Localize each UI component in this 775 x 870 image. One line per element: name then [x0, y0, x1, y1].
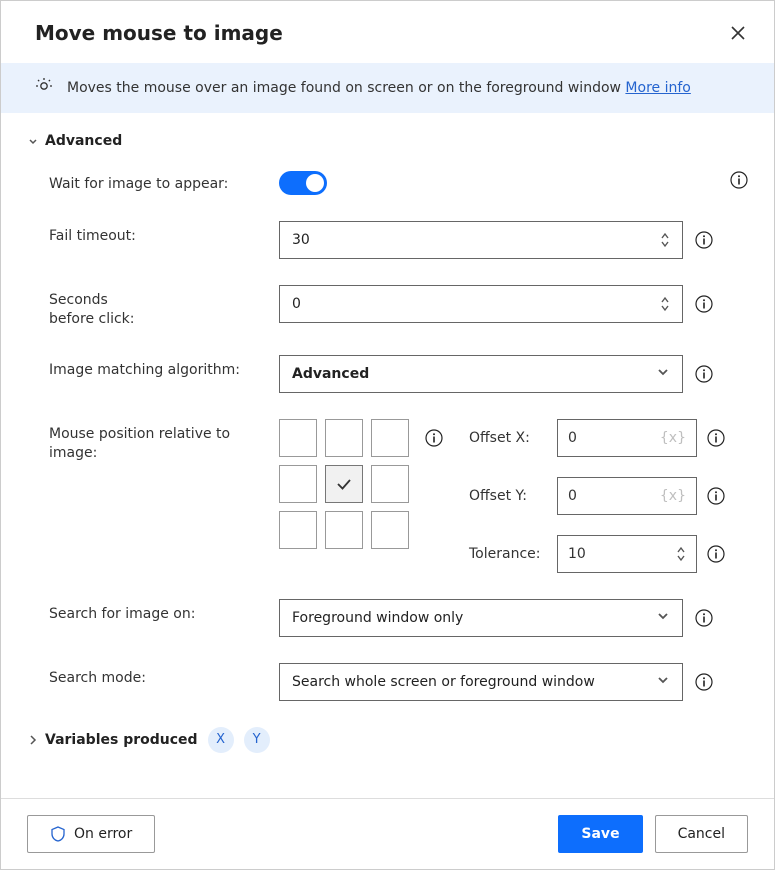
save-label: Save: [581, 826, 619, 842]
pos-middle-left[interactable]: [279, 465, 317, 503]
variable-chip-y[interactable]: Y: [244, 727, 270, 753]
pos-middle-center[interactable]: [325, 465, 363, 503]
variables-label: Variables produced: [45, 732, 198, 748]
algorithm-value: Advanced: [292, 366, 369, 382]
tolerance-input[interactable]: 10: [557, 535, 697, 573]
search-on-select[interactable]: Foreground window only: [279, 599, 683, 637]
check-icon: [334, 474, 354, 494]
pos-bottom-right[interactable]: [371, 511, 409, 549]
cancel-button[interactable]: Cancel: [655, 815, 748, 853]
variable-placeholder-icon: {x}: [660, 488, 686, 504]
chevron-down-icon: [656, 609, 670, 627]
chevron-down-icon: [656, 365, 670, 383]
spinner-buttons[interactable]: [676, 546, 686, 562]
search-mode-value: Search whole screen or foreground window: [292, 674, 595, 690]
pos-middle-right[interactable]: [371, 465, 409, 503]
info-icon-position[interactable]: [425, 429, 443, 447]
row-fail-timeout: Fail timeout: 30: [27, 221, 748, 259]
row-tolerance: Tolerance: 10: [469, 535, 725, 573]
pos-top-left[interactable]: [279, 419, 317, 457]
row-search-mode: Search mode: Search whole screen or fore…: [27, 663, 748, 701]
info-icon-search-on[interactable]: [695, 609, 713, 627]
info-icon-tolerance[interactable]: [707, 545, 725, 563]
info-icon-offset-x[interactable]: [707, 429, 725, 447]
position-grid: [279, 419, 409, 549]
row-offset-x: Offset X: 0 {x}: [469, 419, 725, 457]
row-offset-y: Offset Y: 0 {x}: [469, 477, 725, 515]
search-mode-select[interactable]: Search whole screen or foreground window: [279, 663, 683, 701]
dialog-move-mouse-to-image: Move mouse to image Moves the mouse over…: [0, 0, 775, 870]
pos-bottom-left[interactable]: [279, 511, 317, 549]
info-icon-offset-y[interactable]: [707, 487, 725, 505]
cancel-label: Cancel: [678, 826, 725, 842]
on-error-label: On error: [74, 826, 132, 842]
save-button[interactable]: Save: [558, 815, 642, 853]
fail-timeout-label: Fail timeout:: [27, 221, 279, 246]
advanced-section-toggle[interactable]: Advanced: [27, 133, 748, 149]
chevron-down-icon: [656, 673, 670, 691]
info-banner: Moves the mouse over an image found on s…: [1, 63, 774, 113]
algorithm-select[interactable]: Advanced: [279, 355, 683, 393]
search-on-label: Search for image on:: [27, 599, 279, 624]
tolerance-label: Tolerance:: [469, 546, 547, 562]
shield-icon: [50, 826, 66, 842]
spinner-buttons[interactable]: [660, 296, 670, 312]
row-wait-for-image: Wait for image to appear:: [27, 169, 748, 195]
row-search-on: Search for image on: Foreground window o…: [27, 599, 748, 637]
offset-y-input[interactable]: 0 {x}: [557, 477, 697, 515]
row-mouse-position: Mouse position relative to image:: [27, 419, 748, 573]
dialog-header: Move mouse to image: [1, 1, 774, 63]
offset-x-value: 0: [568, 430, 577, 446]
seconds-before-value: 0: [292, 296, 301, 312]
dialog-title: Move mouse to image: [35, 21, 283, 45]
toggle-knob: [306, 174, 324, 192]
pos-top-center[interactable]: [325, 419, 363, 457]
mouse-move-icon: [35, 77, 53, 99]
search-on-value: Foreground window only: [292, 610, 463, 626]
info-icon-algorithm[interactable]: [695, 365, 713, 383]
offset-x-input[interactable]: 0 {x}: [557, 419, 697, 457]
offsets-column: Offset X: 0 {x} Offset Y: 0 {x: [469, 419, 725, 573]
seconds-before-label: Seconds before click:: [27, 285, 279, 329]
wait-toggle[interactable]: [279, 171, 327, 195]
mouse-pos-label: Mouse position relative to image:: [27, 419, 279, 463]
algorithm-label: Image matching algorithm:: [27, 355, 279, 380]
wait-label: Wait for image to appear:: [27, 169, 279, 194]
close-button[interactable]: [728, 23, 748, 43]
banner-text: Moves the mouse over an image found on s…: [67, 80, 625, 96]
variable-placeholder-icon: {x}: [660, 430, 686, 446]
info-icon-search-mode[interactable]: [695, 673, 713, 691]
dialog-body: Advanced Wait for image to appear: Fail …: [1, 113, 774, 798]
chevron-down-icon: [27, 135, 39, 147]
row-algorithm: Image matching algorithm: Advanced: [27, 355, 748, 393]
fail-timeout-value: 30: [292, 232, 310, 248]
dialog-footer: On error Save Cancel: [1, 798, 774, 869]
info-icon-seconds-before[interactable]: [695, 295, 713, 313]
tolerance-value: 10: [568, 546, 586, 562]
pos-top-right[interactable]: [371, 419, 409, 457]
info-icon-wait[interactable]: [730, 171, 748, 189]
pos-bottom-center[interactable]: [325, 511, 363, 549]
more-info-link[interactable]: More info: [625, 80, 690, 96]
advanced-label: Advanced: [45, 133, 122, 149]
close-icon: [730, 25, 746, 41]
info-icon-fail-timeout[interactable]: [695, 231, 713, 249]
banner-text-wrap: Moves the mouse over an image found on s…: [67, 80, 691, 96]
chevron-right-icon: [27, 734, 39, 746]
offset-y-label: Offset Y:: [469, 488, 547, 504]
variables-section-toggle[interactable]: Variables produced: [27, 732, 198, 748]
variables-produced-section: Variables produced X Y: [27, 727, 748, 753]
on-error-button[interactable]: On error: [27, 815, 155, 853]
variable-chip-x[interactable]: X: [208, 727, 234, 753]
offset-x-label: Offset X:: [469, 430, 547, 446]
search-mode-label: Search mode:: [27, 663, 279, 688]
offset-y-value: 0: [568, 488, 577, 504]
seconds-before-input[interactable]: 0: [279, 285, 683, 323]
spinner-buttons[interactable]: [660, 232, 670, 248]
row-seconds-before: Seconds before click: 0: [27, 285, 748, 329]
fail-timeout-input[interactable]: 30: [279, 221, 683, 259]
